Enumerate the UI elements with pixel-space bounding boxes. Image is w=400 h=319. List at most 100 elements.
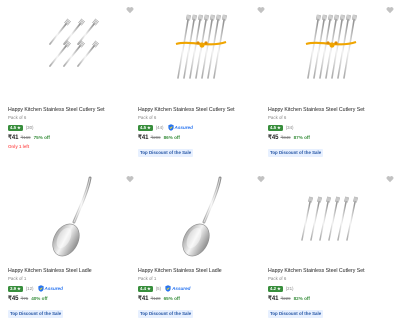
pack-size: Pack of 6 xyxy=(138,115,157,120)
mrp: ₹75 xyxy=(20,296,29,301)
pack-size: Pack of 6 xyxy=(268,115,287,120)
pack-size: Pack of 6 xyxy=(268,276,287,281)
offer-tag: Top Discount of the Sale xyxy=(138,310,194,318)
rating-count: (30) xyxy=(25,125,34,130)
fork-shape xyxy=(49,45,67,67)
product-image[interactable] xyxy=(268,0,392,92)
wishlist-heart-icon[interactable] xyxy=(386,175,394,183)
fork-shape xyxy=(325,19,337,79)
forks-row-image xyxy=(301,196,358,241)
product-image[interactable] xyxy=(8,172,132,264)
product-info: Happy Kitchen Stainless Steel Ladle Pack… xyxy=(8,268,132,319)
wishlist-heart-icon[interactable] xyxy=(126,6,134,14)
mrp: ₹169 xyxy=(20,135,31,140)
assured-label: Assured xyxy=(172,286,191,291)
fork-shape xyxy=(77,45,95,67)
discount: 75% off xyxy=(33,135,50,140)
price: ₹41 xyxy=(268,296,279,302)
pack-size: Pack of 1 xyxy=(8,276,27,281)
rating-row: 4.4 ★ (5) Assured xyxy=(138,285,262,292)
rating-value: 4.5 xyxy=(10,124,17,130)
star-icon: ★ xyxy=(277,124,281,130)
product-title[interactable]: Happy Kitchen Stainless Steel Cutlery Se… xyxy=(268,268,392,275)
product-title[interactable]: Happy Kitchen Stainless Steel Ladle xyxy=(8,268,132,275)
rating-value: 4.5 xyxy=(140,124,147,130)
bow-shape xyxy=(199,42,205,48)
offer-tag: Top Discount of the Sale xyxy=(8,310,64,318)
assured-label: Assured xyxy=(174,125,193,130)
fork-shape xyxy=(319,201,329,241)
fork-shape xyxy=(319,19,331,79)
fork-shape xyxy=(189,19,201,79)
offer-tag: Top Discount of the Sale xyxy=(268,310,324,318)
rating-value: 4.2 xyxy=(270,285,277,291)
wishlist-heart-icon[interactable] xyxy=(126,175,134,183)
fork-shape xyxy=(310,201,320,241)
stock-status: Only 1 left xyxy=(8,144,30,149)
product-image[interactable] xyxy=(138,172,262,264)
product-info: Happy Kitchen Stainless Steel Cutlery Se… xyxy=(138,107,262,159)
offer-tag: Top Discount of the Sale xyxy=(138,149,194,157)
mrp: ₹299 xyxy=(150,135,161,140)
fork-shape xyxy=(346,201,356,241)
price-row: ₹41 ₹169 75% off xyxy=(8,134,132,141)
star-icon: ★ xyxy=(17,124,21,130)
price-row: ₹41 ₹229 82% off xyxy=(268,295,392,302)
product-title[interactable]: Happy Kitchen Stainless Steel Ladle xyxy=(138,268,262,275)
rating-value: 4.4 xyxy=(140,285,147,291)
fork-shape xyxy=(183,19,195,79)
fork-shape xyxy=(337,19,349,79)
price-row: ₹45 ₹349 87% off xyxy=(268,134,392,141)
pack-size: Pack of 6 xyxy=(8,115,27,120)
mrp: ₹120 xyxy=(150,296,161,301)
fork-shape xyxy=(328,201,338,241)
product-info: Happy Kitchen Stainless Steel Cutlery Se… xyxy=(268,268,392,319)
product-image[interactable] xyxy=(138,0,262,92)
assured-label: Assured xyxy=(44,286,63,291)
rating-count: (34) xyxy=(285,125,294,130)
product-info: Happy Kitchen Stainless Steel Cutlery Se… xyxy=(268,107,392,159)
rating-badge: 3.9 ★ xyxy=(8,285,23,292)
fork-shape xyxy=(177,19,189,79)
assured-badge: Assured xyxy=(167,124,193,131)
wishlist-heart-icon[interactable] xyxy=(257,6,265,14)
fork-shape xyxy=(313,19,325,79)
rating-badge: 4.4 ★ xyxy=(138,285,153,292)
price: ₹41 xyxy=(138,135,149,141)
fork-shape xyxy=(63,23,81,45)
rating-badge: 4.5 ★ xyxy=(268,124,283,131)
assured-shield-icon xyxy=(37,285,44,292)
fork-shape xyxy=(301,201,311,241)
ladle-image xyxy=(52,176,92,257)
discount: 82% off xyxy=(293,296,310,301)
bow-shape xyxy=(329,42,335,48)
fork-shape xyxy=(201,19,213,79)
wishlist-heart-icon[interactable] xyxy=(257,175,265,183)
price: ₹45 xyxy=(268,135,279,141)
product-title[interactable]: Happy Kitchen Stainless Steel Cutlery Se… xyxy=(138,107,262,114)
fork-shape xyxy=(307,19,319,79)
fork-shape xyxy=(195,19,207,79)
product-grid: Happy Kitchen Stainless Steel Cutlery Se… xyxy=(0,0,400,319)
product-info: Happy Kitchen Stainless Steel Cutlery Se… xyxy=(8,107,132,149)
rating-badge: 4.5 ★ xyxy=(8,124,23,131)
product-image[interactable] xyxy=(268,172,392,264)
wishlist-heart-icon[interactable] xyxy=(386,6,394,14)
rating-row: 4.5 ★ (44) Assured xyxy=(138,124,262,131)
fork-shape xyxy=(207,19,219,79)
star-icon: ★ xyxy=(147,285,151,291)
discount: 40% off xyxy=(31,296,48,301)
mrp: ₹229 xyxy=(280,296,291,301)
ladle-image xyxy=(182,176,222,257)
product-image[interactable] xyxy=(8,0,132,92)
fork-shape xyxy=(337,201,347,241)
star-icon: ★ xyxy=(277,285,281,291)
price: ₹41 xyxy=(8,135,19,141)
product-title[interactable]: Happy Kitchen Stainless Steel Cutlery Se… xyxy=(268,107,392,114)
rating-value: 4.5 xyxy=(270,124,277,130)
forks-ribbon-image xyxy=(175,14,227,79)
rating-count: (21) xyxy=(285,286,294,291)
assured-shield-icon xyxy=(165,285,171,292)
product-title[interactable]: Happy Kitchen Stainless Steel Cutlery Se… xyxy=(8,107,132,114)
discount: 86% off xyxy=(163,135,180,140)
